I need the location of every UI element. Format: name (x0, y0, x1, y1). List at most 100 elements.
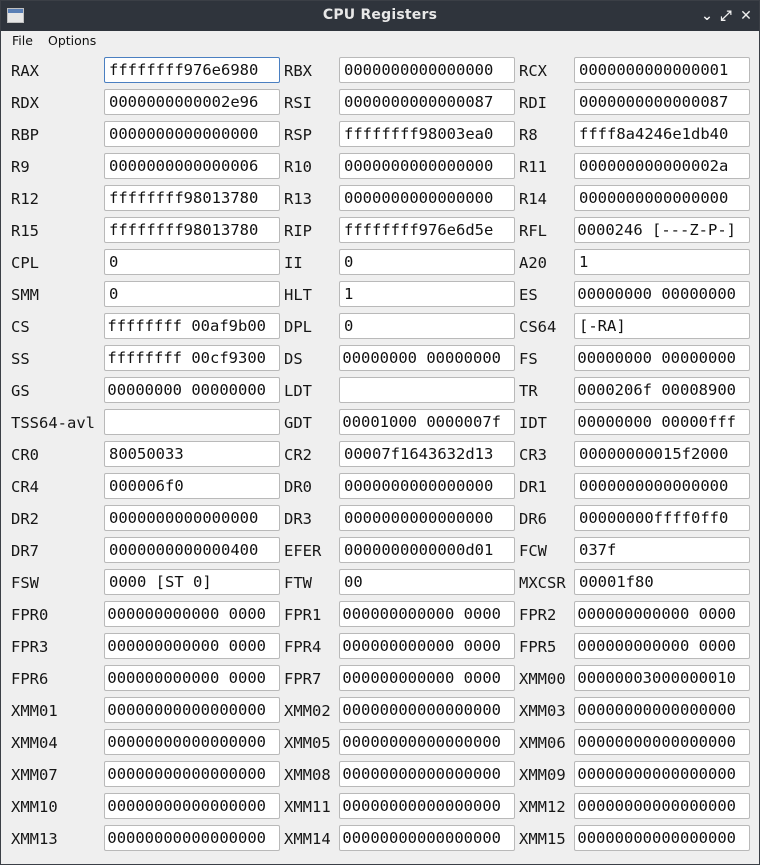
register-value-field[interactable]: 0000246 [---Z-P-] (574, 217, 750, 243)
register-value: 0000000000000087 (579, 93, 729, 111)
register-value-field[interactable]: 0000000000000087 (339, 89, 515, 115)
register-value-field[interactable]: 0 (339, 249, 515, 275)
register-value-field[interactable]: 0000000000002e96 (104, 89, 280, 115)
register-value-field[interactable]: 00000000 00000000 (104, 377, 280, 403)
register-value-field[interactable] (104, 409, 280, 435)
register-label: IDT (519, 414, 547, 432)
register-value-field[interactable]: 00000000000000000 (339, 697, 515, 723)
register-value-field[interactable]: 00000000000000000 (574, 793, 750, 819)
register-value-field[interactable]: 0000000000000006 (104, 153, 280, 179)
register-value: 00000000000000000 (342, 701, 501, 719)
register-value: 00000000000000000 (577, 701, 736, 719)
register-value-field[interactable]: 00000000000000000 (104, 697, 280, 723)
register-value-field[interactable]: 0 (339, 313, 515, 339)
register-value-field[interactable]: ffffffff 00af9b00 (104, 313, 280, 339)
register-value-field[interactable]: ffffffff98013780 (104, 185, 280, 211)
register-value: 0000000000000d01 (344, 541, 494, 559)
register-value-field[interactable]: 00000000015f2000 (574, 441, 750, 467)
register-value-field[interactable]: 00000000000000000 (104, 729, 280, 755)
close-icon[interactable]: ✕ (737, 6, 755, 26)
register-value-field[interactable]: 000000000000 0000 (104, 601, 280, 627)
register-value-field[interactable]: 0 (104, 281, 280, 307)
register-value-field[interactable]: 000000000000 0000 (339, 601, 515, 627)
register-value-field[interactable]: 037f (574, 537, 750, 563)
minimize-icon[interactable]: ⌄ (698, 6, 716, 26)
register-label: FPR2 (519, 606, 557, 624)
register-value-field[interactable]: 1 (339, 281, 515, 307)
register-value-field[interactable]: 00000000000000000 (104, 793, 280, 819)
register-value-field[interactable]: 000000000000 0000 (104, 633, 280, 659)
register-label: FPR7 (284, 670, 322, 688)
register-value-field[interactable]: 000000000000 0000 (339, 633, 515, 659)
register-value-field[interactable]: 0000000000000000 (339, 473, 515, 499)
register-value-field[interactable]: 0000000000000d01 (339, 537, 515, 563)
register-value-field[interactable]: 000000000000 0000 (339, 665, 515, 691)
register-value-field[interactable]: 0000000000000400 (104, 537, 280, 563)
register-value-field[interactable]: 00000000000000000 (574, 729, 750, 755)
register-value-field[interactable] (339, 377, 515, 403)
register-value-field[interactable]: 0000000000000000 (574, 185, 750, 211)
register-value-field[interactable]: 0000000000000001 (574, 57, 750, 83)
register-value-field[interactable]: 0000000000000000 (104, 121, 280, 147)
register-label: CR4 (11, 478, 39, 496)
register-value-field[interactable]: 00000000000000000 (574, 761, 750, 787)
register-value-field[interactable]: 000000000000 0000 (104, 665, 280, 691)
register-value-field[interactable]: 00000000000000000 (574, 825, 750, 851)
register-value-field[interactable]: ffffffff 00cf9300 (104, 345, 280, 371)
register-value-field[interactable]: 00000000000000000 (339, 761, 515, 787)
register-value: ffffffff 00af9b00 (107, 317, 266, 335)
maximize-icon[interactable]: ⤢ (717, 6, 735, 26)
register-value-field[interactable]: 00000000000000000 (339, 825, 515, 851)
register-value-field[interactable]: 00000000 00000fff (574, 409, 750, 435)
register-value-field[interactable]: ffffffff976e6980 (104, 57, 280, 83)
register-value-field[interactable]: 00001f80 (574, 569, 750, 595)
register-value-field[interactable]: 00000000ffff0ff0 (574, 505, 750, 531)
register-value-field[interactable]: ffffffff976e6d5e (339, 217, 515, 243)
register-value-field[interactable]: 0000000000000000 (339, 153, 515, 179)
register-value-field[interactable]: 00000000000000000 (339, 729, 515, 755)
register-value-field[interactable]: 00000003000000010 (574, 665, 750, 691)
register-value-field[interactable]: ffffffff98013780 (104, 217, 280, 243)
register-value-field[interactable]: 00000000 00000000 (574, 281, 750, 307)
register-value-field[interactable]: 0000000000000000 (339, 57, 515, 83)
register-value-field[interactable]: 0000000000000087 (574, 89, 750, 115)
register-value-field[interactable]: 0000206f 00008900 (574, 377, 750, 403)
register-value: 00000003000000010 (577, 669, 736, 687)
register-value-field[interactable]: 0 (104, 249, 280, 275)
register-value-field[interactable]: 00001000 0000007f (339, 409, 515, 435)
register-value: 0000000000000000 (344, 509, 494, 527)
register-value-field[interactable]: 00000000000000000 (104, 761, 280, 787)
register-value-field[interactable]: 1 (574, 249, 750, 275)
register-value-field[interactable]: 00000000 00000000 (339, 345, 515, 371)
register-value-field[interactable]: 000000000000 0000 (574, 633, 750, 659)
register-value: 0000000000000087 (344, 93, 494, 111)
title-bar[interactable]: CPU Registers ⌄ ⤢ ✕ (1, 1, 759, 31)
register-value: ffffffff98013780 (109, 221, 259, 239)
register-value-field[interactable]: ffff8a4246e1db40 (574, 121, 750, 147)
register-value-field[interactable]: 0000000000000000 (339, 185, 515, 211)
register-label: HLT (284, 286, 312, 304)
register-value-field[interactable]: 00007f1643632d13 (339, 441, 515, 467)
register-value-field[interactable]: 00000000 00000000 (574, 345, 750, 371)
register-value-field[interactable]: 00000000000000000 (339, 793, 515, 819)
register-value-field[interactable]: 000006f0 (104, 473, 280, 499)
register-value: 00000000000000000 (107, 701, 266, 719)
register-value-field[interactable]: 00 (339, 569, 515, 595)
register-value-field[interactable]: 80050033 (104, 441, 280, 467)
register-value-field[interactable]: [-RA] (574, 313, 750, 339)
register-value-field[interactable]: 0000 [ST 0] (104, 569, 280, 595)
register-value-field[interactable]: ffffffff98003ea0 (339, 121, 515, 147)
register-value-field[interactable]: 000000000000002a (574, 153, 750, 179)
menu-file[interactable]: File (12, 33, 33, 48)
register-value-field[interactable]: 0000000000000000 (104, 505, 280, 531)
register-value: 00000000000000000 (107, 733, 266, 751)
register-value-field[interactable]: 000000000000 0000 (574, 601, 750, 627)
register-value-field[interactable]: 00000000000000000 (104, 825, 280, 851)
register-label: FCW (519, 542, 547, 560)
menu-options[interactable]: Options (48, 33, 96, 48)
register-label: CR2 (284, 446, 312, 464)
register-label: ES (519, 286, 538, 304)
register-value-field[interactable]: 0000000000000000 (574, 473, 750, 499)
register-value-field[interactable]: 00000000000000000 (574, 697, 750, 723)
register-value-field[interactable]: 0000000000000000 (339, 505, 515, 531)
